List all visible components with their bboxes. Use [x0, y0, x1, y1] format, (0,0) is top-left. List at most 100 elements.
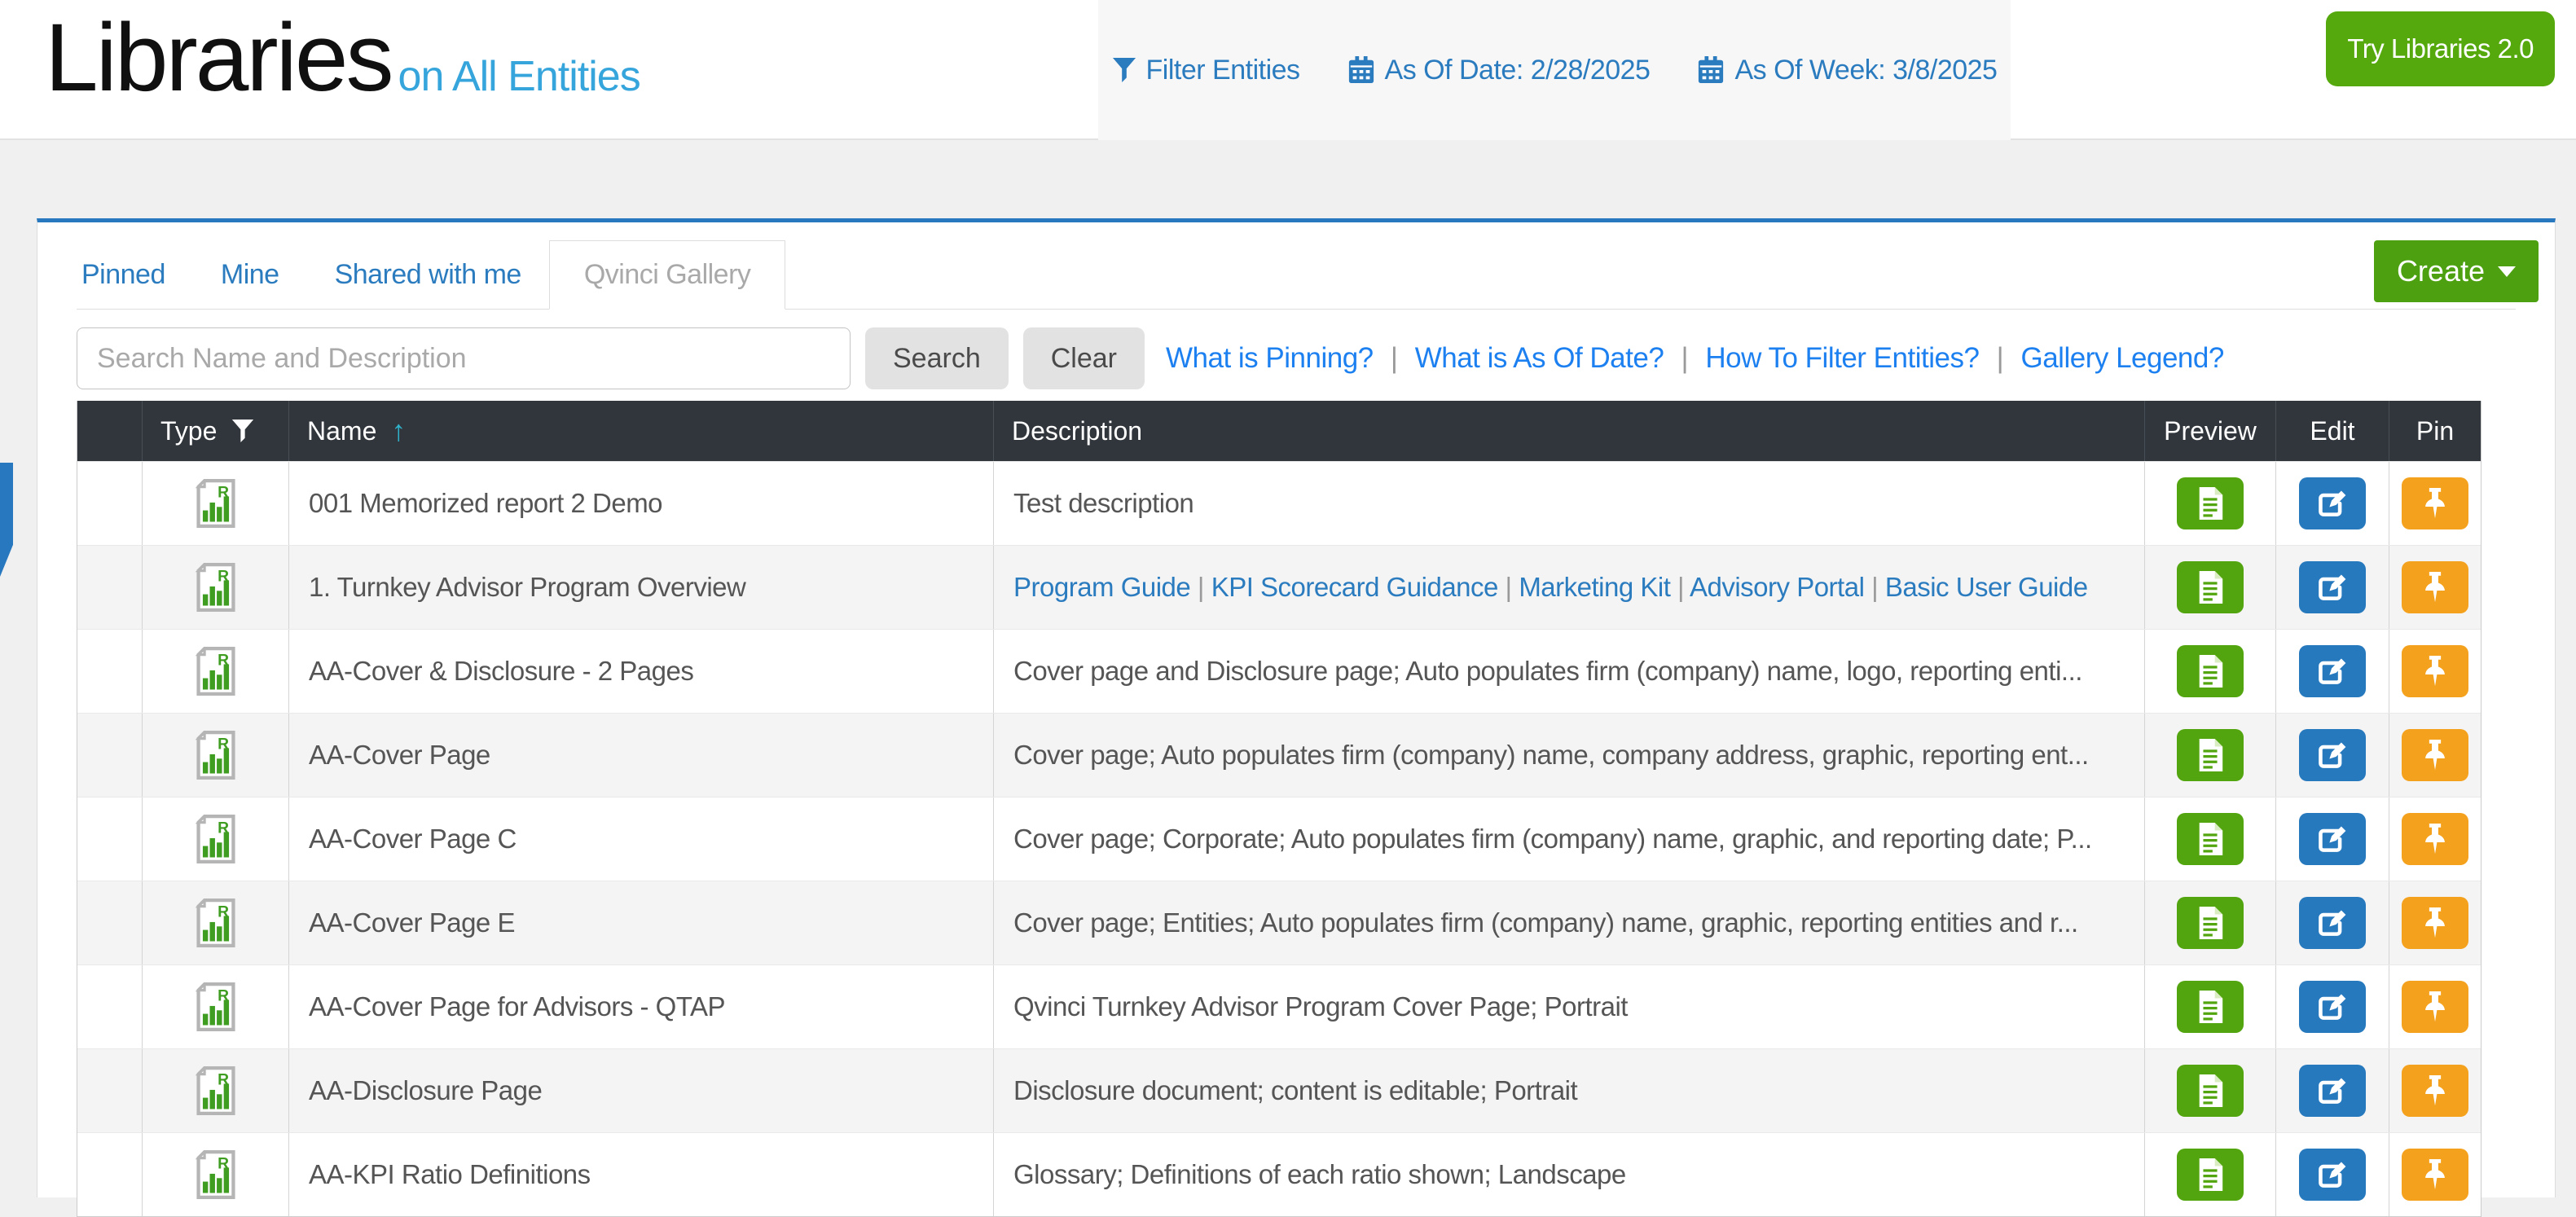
- top-header: Libraries on All Entities Filter Entitie…: [0, 0, 2576, 140]
- row-description: Test description: [1013, 488, 1193, 519]
- description-link[interactable]: KPI Scorecard Guidance: [1211, 572, 1498, 602]
- edit-button[interactable]: [2299, 477, 2366, 529]
- row-cell-name: AA-Disclosure Page: [289, 1049, 994, 1132]
- help-link-how-to-filter-entities[interactable]: How To Filter Entities?: [1705, 342, 1979, 374]
- pin-button[interactable]: [2402, 981, 2468, 1033]
- tab-pinned[interactable]: Pinned: [77, 240, 193, 309]
- pipe-separator: |: [1681, 342, 1689, 374]
- row-cell-pin: [2389, 1049, 2481, 1132]
- description-link[interactable]: Program Guide: [1013, 572, 1190, 602]
- pin-button[interactable]: [2402, 1149, 2468, 1201]
- row-name: AA-Cover Page: [309, 740, 490, 771]
- row-cell-pin: [2389, 965, 2481, 1048]
- row-cell-edit: [2276, 1133, 2389, 1216]
- description-link[interactable]: Basic User Guide: [1885, 572, 2088, 602]
- preview-header-label: Preview: [2164, 416, 2257, 446]
- row-cell-empty: [77, 546, 143, 629]
- edit-button[interactable]: [2299, 813, 2366, 865]
- help-link-what-is-pinning[interactable]: What is Pinning?: [1166, 342, 1374, 374]
- preview-button[interactable]: [2177, 981, 2244, 1033]
- pushpin-icon: [2420, 906, 2451, 940]
- sort-ascending-icon[interactable]: ↑: [391, 414, 406, 448]
- row-description: Cover page; Auto populates firm (company…: [1013, 740, 2089, 771]
- feedback-bookmark-tab[interactable]: [0, 463, 13, 577]
- help-link-what-is-as-of-date[interactable]: What is As Of Date?: [1415, 342, 1664, 374]
- help-link-gallery-legend[interactable]: Gallery Legend?: [2020, 342, 2223, 374]
- edit-pencil-icon: [2316, 991, 2349, 1023]
- header-cell-preview: Preview: [2145, 401, 2276, 461]
- edit-button[interactable]: [2299, 729, 2366, 781]
- pipe-separator: |: [1190, 572, 1211, 602]
- header-cell-name[interactable]: Name ↑: [289, 401, 994, 461]
- row-cell-empty: [77, 1049, 143, 1132]
- tab-bar: Pinned Mine Shared with me Qvinci Galler…: [77, 240, 2516, 310]
- edit-button[interactable]: [2299, 981, 2366, 1033]
- row-cell-pin: [2389, 714, 2481, 797]
- row-cell-type: R: [143, 714, 289, 797]
- pin-button[interactable]: [2402, 897, 2468, 949]
- filter-entities-label: Filter Entities: [1146, 55, 1300, 86]
- preview-button[interactable]: [2177, 813, 2244, 865]
- preview-button[interactable]: [2177, 1065, 2244, 1117]
- clear-button[interactable]: Clear: [1023, 327, 1145, 389]
- preview-button[interactable]: [2177, 477, 2244, 529]
- pushpin-icon: [2420, 822, 2451, 856]
- pin-button[interactable]: [2402, 729, 2468, 781]
- row-cell-preview: [2145, 714, 2276, 797]
- row-cell-name: 001 Memorized report 2 Demo: [289, 462, 994, 545]
- header-cell-type[interactable]: Type: [143, 401, 289, 461]
- libraries-panel: Create Pinned Mine Shared with me Qvinci…: [37, 218, 2556, 1197]
- row-cell-preview: [2145, 797, 2276, 881]
- tab-qvinci-gallery[interactable]: Qvinci Gallery: [549, 240, 786, 310]
- row-name: 1. Turnkey Advisor Program Overview: [309, 572, 745, 603]
- table-row: R 1. Turnkey Advisor Program Overview Pr…: [77, 545, 2481, 629]
- row-cell-description: Cover page; Auto populates firm (company…: [994, 714, 2145, 797]
- document-icon: [2195, 1157, 2226, 1193]
- report-type-icon: R: [195, 647, 237, 696]
- document-icon: [2195, 737, 2226, 773]
- row-cell-empty: [77, 462, 143, 545]
- edit-pencil-icon: [2316, 823, 2349, 855]
- document-icon: [2195, 653, 2226, 689]
- pin-button[interactable]: [2402, 561, 2468, 613]
- filter-entities-link[interactable]: Filter Entities: [1112, 55, 1300, 86]
- edit-pencil-icon: [2316, 1158, 2349, 1191]
- try-libraries-label: Try Libraries 2.0: [2347, 33, 2534, 64]
- as-of-date-link[interactable]: As Of Date: 2/28/2025: [1347, 55, 1651, 86]
- search-input[interactable]: [77, 327, 851, 389]
- edit-button[interactable]: [2299, 897, 2366, 949]
- pin-button[interactable]: [2402, 813, 2468, 865]
- edit-button[interactable]: [2299, 1065, 2366, 1117]
- table-body: R 001 Memorized report 2 Demo Test descr…: [77, 461, 2481, 1216]
- table-header-row: Type Name ↑ Description Preview Edit Pi: [77, 401, 2481, 461]
- preview-button[interactable]: [2177, 897, 2244, 949]
- as-of-week-link[interactable]: As Of Week: 3/8/2025: [1697, 55, 1997, 86]
- row-description: Qvinci Turnkey Advisor Program Cover Pag…: [1013, 991, 1628, 1022]
- preview-button[interactable]: [2177, 561, 2244, 613]
- row-description: Disclosure document; content is editable…: [1013, 1075, 1577, 1106]
- row-cell-name: AA-KPI Ratio Definitions: [289, 1133, 994, 1216]
- filter-funnel-icon[interactable]: [231, 419, 254, 443]
- report-type-icon: R: [195, 815, 237, 863]
- edit-button[interactable]: [2299, 1149, 2366, 1201]
- tab-mine[interactable]: Mine: [193, 240, 307, 309]
- preview-button[interactable]: [2177, 645, 2244, 697]
- try-libraries-button[interactable]: Try Libraries 2.0: [2326, 11, 2555, 86]
- pin-button[interactable]: [2402, 477, 2468, 529]
- pushpin-icon: [2420, 1074, 2451, 1108]
- tab-shared-with-me[interactable]: Shared with me: [307, 240, 549, 309]
- row-cell-type: R: [143, 546, 289, 629]
- description-link[interactable]: Marketing Kit: [1519, 572, 1670, 602]
- pin-button[interactable]: [2402, 1065, 2468, 1117]
- edit-button[interactable]: [2299, 645, 2366, 697]
- row-cell-type: R: [143, 462, 289, 545]
- description-link[interactable]: Advisory Portal: [1690, 572, 1864, 602]
- edit-button[interactable]: [2299, 561, 2366, 613]
- preview-button[interactable]: [2177, 729, 2244, 781]
- document-icon: [2195, 485, 2226, 521]
- report-type-icon: R: [195, 731, 237, 780]
- preview-button[interactable]: [2177, 1149, 2244, 1201]
- pin-button[interactable]: [2402, 645, 2468, 697]
- pushpin-icon: [2420, 654, 2451, 688]
- search-button[interactable]: Search: [865, 327, 1009, 389]
